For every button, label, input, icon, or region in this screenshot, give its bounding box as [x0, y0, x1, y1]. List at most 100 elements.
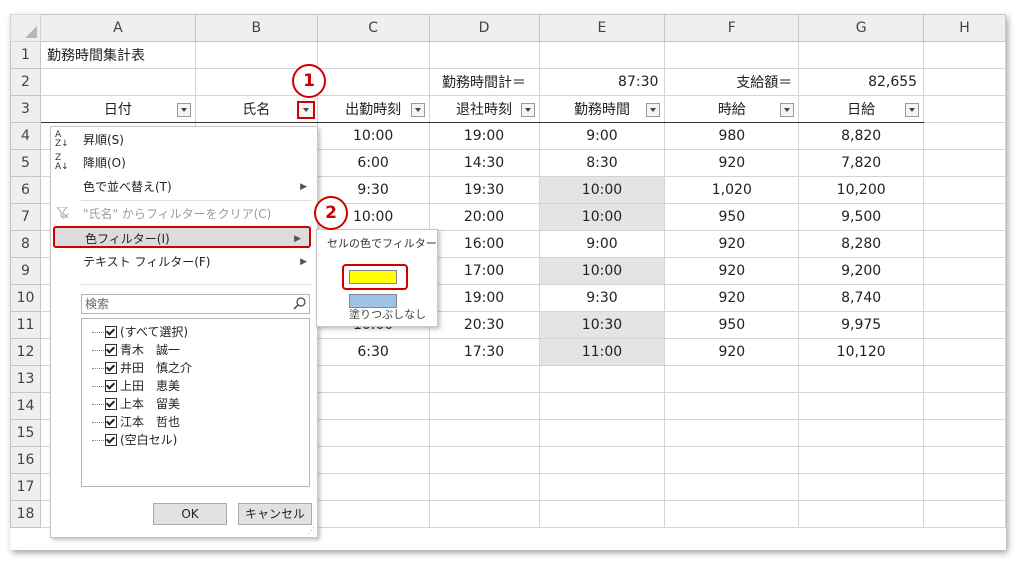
select-all-corner[interactable]	[10, 14, 41, 42]
cell[interactable]	[428, 473, 540, 501]
clock-out-cell[interactable]: 20:00	[428, 203, 540, 231]
total-hours-value[interactable]: 87:30	[538, 68, 666, 96]
cell[interactable]	[664, 419, 800, 447]
cell[interactable]	[316, 446, 430, 474]
filter-item[interactable]: 江本 哲也	[92, 413, 180, 431]
cell[interactable]	[428, 419, 540, 447]
row-header[interactable]: 10	[10, 284, 41, 312]
cell[interactable]	[923, 473, 1006, 501]
color-swatch-yellow[interactable]	[349, 270, 397, 284]
cell[interactable]	[923, 311, 1006, 339]
hourly-rate-cell[interactable]: 950	[664, 203, 800, 231]
header-hourly-rate[interactable]: 時給	[664, 95, 800, 123]
total-pay-value[interactable]: 82,655	[798, 68, 925, 96]
cell[interactable]	[428, 41, 540, 69]
header-name[interactable]: 氏名	[194, 95, 318, 123]
cell[interactable]	[538, 392, 666, 420]
column-header-d[interactable]: D	[428, 14, 540, 42]
row-header[interactable]: 3	[10, 95, 41, 123]
daily-pay-cell[interactable]: 10,200	[798, 176, 925, 204]
cell[interactable]	[923, 41, 1006, 69]
cell[interactable]	[316, 500, 430, 528]
menu-text-filter[interactable]: テキスト フィルター(F) ▶	[51, 251, 315, 273]
filter-item[interactable]: 青木 誠一	[92, 341, 180, 359]
row-header[interactable]: 16	[10, 446, 41, 474]
checkbox-checked[interactable]	[105, 325, 117, 338]
clock-out-cell[interactable]: 16:00	[428, 230, 540, 258]
cell[interactable]	[798, 392, 925, 420]
filter-dropdown-button[interactable]	[520, 103, 535, 117]
cell[interactable]	[428, 365, 540, 393]
cell[interactable]	[538, 473, 666, 501]
checkbox-checked[interactable]	[105, 433, 117, 446]
work-hours-cell[interactable]: 9:30	[538, 284, 666, 312]
column-header-b[interactable]: B	[194, 14, 318, 42]
cell[interactable]	[316, 41, 430, 69]
cell[interactable]	[798, 365, 925, 393]
daily-pay-cell[interactable]: 9,500	[798, 203, 925, 231]
row-header[interactable]: 14	[10, 392, 41, 420]
cell[interactable]	[923, 203, 1006, 231]
work-hours-cell[interactable]: 10:30	[538, 311, 666, 339]
cancel-button[interactable]: キャンセル	[238, 503, 312, 525]
menu-sort-ascending[interactable]: A Z↓ 昇順(S)	[51, 129, 315, 151]
column-header-f[interactable]: F	[664, 14, 800, 42]
column-header-h[interactable]: H	[923, 14, 1006, 42]
clock-out-cell[interactable]: 17:00	[428, 257, 540, 285]
cell[interactable]	[923, 257, 1006, 285]
clock-out-cell[interactable]: 19:30	[428, 176, 540, 204]
header-work-hours[interactable]: 勤務時間	[538, 95, 666, 123]
row-header[interactable]: 17	[10, 473, 41, 501]
work-hours-cell[interactable]: 10:00	[538, 176, 666, 204]
hourly-rate-cell[interactable]: 980	[664, 122, 800, 150]
filter-dropdown-button[interactable]	[410, 103, 425, 117]
work-hours-cell[interactable]: 9:00	[538, 122, 666, 150]
cell[interactable]	[664, 365, 800, 393]
cell[interactable]	[538, 500, 666, 528]
daily-pay-cell[interactable]: 8,280	[798, 230, 925, 258]
checkbox-checked[interactable]	[105, 379, 117, 392]
cell[interactable]	[798, 500, 925, 528]
filter-item[interactable]: 井田 慎之介	[92, 359, 192, 377]
daily-pay-cell[interactable]: 8,820	[798, 122, 925, 150]
cell[interactable]	[194, 41, 318, 69]
cell[interactable]	[923, 419, 1006, 447]
cell[interactable]	[923, 338, 1006, 366]
row-header[interactable]: 1	[10, 41, 41, 69]
hourly-rate-cell[interactable]: 920	[664, 149, 800, 177]
cell[interactable]	[428, 392, 540, 420]
cell[interactable]	[316, 365, 430, 393]
daily-pay-cell[interactable]: 9,975	[798, 311, 925, 339]
ok-button[interactable]: OK	[153, 503, 227, 525]
cell[interactable]	[664, 500, 800, 528]
hourly-rate-cell[interactable]: 920	[664, 257, 800, 285]
no-fill-option[interactable]: 塗りつぶしなし	[349, 306, 426, 322]
column-header-g[interactable]: G	[798, 14, 925, 42]
sheet-title[interactable]: 勤務時間集計表	[39, 41, 196, 69]
clock-in-cell[interactable]: 6:30	[316, 338, 430, 366]
row-header[interactable]: 4	[10, 122, 41, 150]
total-hours-label[interactable]: 勤務時間計＝	[428, 68, 540, 96]
cell[interactable]	[923, 122, 1006, 150]
filter-search-input[interactable]: 検索	[81, 294, 310, 314]
menu-color-filter[interactable]: 色フィルター(I) ▶	[53, 226, 311, 248]
row-header[interactable]: 9	[10, 257, 41, 285]
cell[interactable]	[664, 41, 800, 69]
checkbox-checked[interactable]	[105, 343, 117, 356]
cell[interactable]	[316, 419, 430, 447]
row-header[interactable]: 6	[10, 176, 41, 204]
filter-dropdown-button[interactable]	[646, 103, 661, 117]
cell[interactable]	[316, 392, 430, 420]
row-header[interactable]: 2	[10, 68, 41, 96]
cell[interactable]	[316, 68, 430, 96]
cell[interactable]	[923, 500, 1006, 528]
clock-out-cell[interactable]: 19:00	[428, 284, 540, 312]
hourly-rate-cell[interactable]: 920	[664, 230, 800, 258]
hourly-rate-cell[interactable]: 1,020	[664, 176, 800, 204]
cell[interactable]	[923, 95, 1006, 123]
menu-sort-by-color[interactable]: 色で並べ替え(T) ▶	[51, 176, 315, 198]
row-header[interactable]: 12	[10, 338, 41, 366]
row-header[interactable]: 18	[10, 500, 41, 528]
cell[interactable]	[538, 419, 666, 447]
clock-in-cell[interactable]: 6:00	[316, 149, 430, 177]
